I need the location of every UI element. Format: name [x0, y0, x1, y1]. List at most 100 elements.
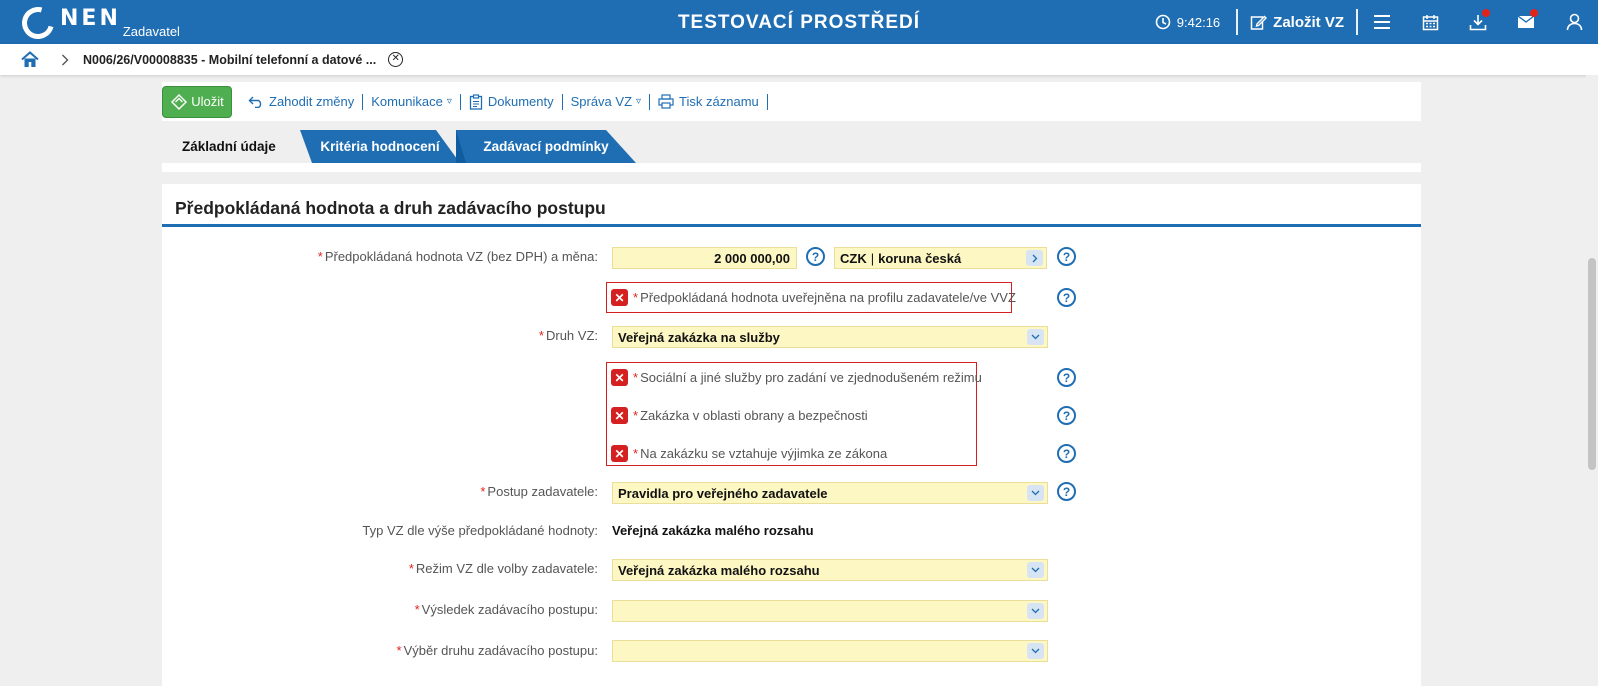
scrollbar-thumb[interactable]	[1588, 258, 1596, 470]
chevron-down-icon	[1027, 485, 1044, 501]
discard-label: Zahodit změny	[269, 94, 355, 109]
new-vz-label: Založit VZ	[1273, 13, 1344, 31]
documents-button[interactable]: Dokumenty	[461, 93, 563, 110]
user-button[interactable]	[1550, 0, 1598, 44]
tab-basic-data[interactable]: Základní údaje	[162, 130, 310, 163]
simplified-regime-checkbox[interactable]: ✕ * Sociální a jiné služby pro zadání ve…	[611, 369, 982, 386]
published-value-checkbox[interactable]: ✕ * Předpokládaná hodnota uveřejněna na …	[611, 289, 1016, 306]
notification-dot	[1482, 9, 1490, 17]
calendar-button[interactable]	[1406, 0, 1454, 44]
unchecked-x-icon: ✕	[611, 445, 628, 462]
print-button[interactable]: Tisk záznamu	[650, 93, 768, 110]
chevron-down-icon	[1027, 562, 1044, 578]
notification-dot	[1530, 9, 1538, 17]
messages-button[interactable]	[1502, 0, 1550, 44]
tab-label: Zadávací podmínky	[483, 139, 609, 154]
procedure-value: Pravidla pro veřejného zadavatele	[618, 485, 828, 501]
print-label: Tisk záznamu	[679, 94, 759, 109]
session-clock: 9:42:16	[1155, 14, 1220, 30]
checkbox-label: Předpokládaná hodnota uveřejněna na prof…	[640, 290, 1016, 305]
tab-label: Základní údaje	[182, 139, 276, 154]
defense-security-checkbox[interactable]: ✕ * Zakázka v oblasti obrany a bezpečnos…	[611, 407, 868, 424]
chevron-right-icon	[61, 54, 69, 66]
regime-value: Veřejná zakázka malého rozsahu	[618, 562, 820, 578]
result-select[interactable]	[612, 600, 1048, 622]
chevron-down-icon	[1027, 643, 1044, 659]
type-by-value-text: Veřejná zakázka malého rozsahu	[612, 523, 814, 538]
section-underline	[162, 224, 1421, 227]
breadcrumb: N006/26/V00008835 - Mobilní telefonní a …	[0, 44, 1598, 75]
hamburger-icon	[1374, 15, 1390, 29]
triangle-down-icon: ▿	[446, 96, 452, 107]
regime-label: * Režim VZ dle volby zadavatele:	[408, 561, 598, 576]
action-toolbar: Uložit Zahodit změny Komunikace ▿ Dokume…	[162, 82, 1421, 121]
clock-icon	[1155, 14, 1171, 30]
help-icon[interactable]: ?	[806, 247, 825, 266]
currency-name: koruna česká	[878, 250, 962, 266]
management-menu[interactable]: Správa VZ ▿	[563, 93, 651, 110]
help-icon[interactable]: ?	[1057, 482, 1076, 501]
contract-type-value: Veřejná zakázka na služby	[618, 329, 780, 345]
close-icon[interactable]: ✕	[388, 52, 404, 67]
contract-type-label: * Druh VZ:	[538, 328, 598, 343]
unchecked-x-icon: ✕	[611, 407, 628, 424]
edit-icon	[1250, 15, 1268, 30]
save-icon	[171, 93, 188, 110]
divider	[1236, 9, 1239, 35]
tab-evaluation-criteria[interactable]: Kritéria hodnocení	[300, 130, 460, 163]
currency-separator: |	[870, 250, 875, 266]
help-icon[interactable]: ?	[1057, 444, 1076, 463]
tab-label: Kritéria hodnocení	[320, 139, 440, 154]
download-button[interactable]	[1454, 0, 1502, 44]
clipboard-icon	[469, 93, 482, 110]
tab-tender-conditions[interactable]: Zadávací podmínky	[456, 130, 636, 163]
contract-type-select[interactable]: Veřejná zakázka na služby	[612, 326, 1048, 348]
checkbox-label: Na zakázku se vztahuje výjimka ze zákona	[640, 446, 888, 461]
home-icon[interactable]	[21, 51, 39, 68]
regime-select[interactable]: Veřejná zakázka malého rozsahu	[612, 559, 1048, 581]
communication-label: Komunikace	[371, 94, 443, 109]
discard-changes-button[interactable]: Zahodit změny	[240, 93, 364, 110]
logo-text: NEN	[60, 6, 121, 31]
undo-icon	[248, 96, 262, 108]
procedure-select[interactable]: Pravidla pro veřejného zadavatele	[612, 482, 1048, 504]
currency-select[interactable]: CZK | koruna česká	[834, 247, 1047, 269]
help-icon[interactable]: ?	[1057, 247, 1076, 266]
unchecked-x-icon: ✕	[611, 369, 628, 386]
communication-menu[interactable]: Komunikace ▿	[363, 93, 461, 110]
help-icon[interactable]: ?	[1057, 406, 1076, 425]
result-label: * Výsledek zadávacího postupu:	[414, 602, 598, 617]
nen-logo[interactable]: NEN Zadavatel	[16, 1, 180, 45]
mail-icon	[1517, 15, 1535, 28]
type-by-value-label: Typ VZ dle výše předpokládané hodnoty:	[362, 523, 598, 538]
estimated-value-input[interactable]: 2 000 000,00	[612, 247, 797, 269]
panel-separator	[162, 172, 1421, 184]
logo-ring-icon	[16, 1, 60, 45]
menu-button[interactable]	[1358, 0, 1406, 44]
management-label: Správa VZ	[570, 94, 633, 109]
user-icon	[1566, 13, 1582, 31]
chevron-right-icon	[1026, 250, 1043, 266]
procedure-label: * Postup zadavatele:	[480, 484, 598, 499]
logo-subtitle: Zadavatel	[122, 24, 180, 39]
save-button[interactable]: Uložit	[162, 85, 232, 118]
save-label: Uložit	[191, 94, 224, 109]
currency-code: CZK	[840, 250, 867, 266]
breadcrumb-item[interactable]: N006/26/V00008835 - Mobilní telefonní a …	[83, 53, 376, 67]
triangle-down-icon: ▿	[636, 96, 642, 107]
help-icon[interactable]: ?	[1057, 288, 1076, 307]
procedure-kind-label: * Výběr druhu zadávacího postupu:	[396, 643, 598, 658]
chevron-down-icon	[1027, 603, 1044, 619]
help-icon[interactable]: ?	[1057, 368, 1076, 387]
unchecked-x-icon: ✕	[611, 289, 628, 306]
tab-bar: Základní údaje Kritéria hodnocení Zadáva…	[162, 130, 662, 163]
estimated-value-text: 2 000 000,00	[714, 250, 790, 266]
printer-icon	[658, 94, 674, 109]
checkbox-label: Sociální a jiné služby pro zadání ve zje…	[640, 370, 982, 385]
calendar-icon	[1422, 14, 1438, 30]
chevron-down-icon	[1027, 329, 1044, 345]
legal-exception-checkbox[interactable]: ✕ * Na zakázku se vztahuje výjimka ze zá…	[611, 445, 887, 462]
procedure-kind-select[interactable]	[612, 640, 1048, 662]
new-vz-button[interactable]: Založit VZ	[1238, 14, 1356, 31]
documents-label: Dokumenty	[487, 94, 554, 109]
